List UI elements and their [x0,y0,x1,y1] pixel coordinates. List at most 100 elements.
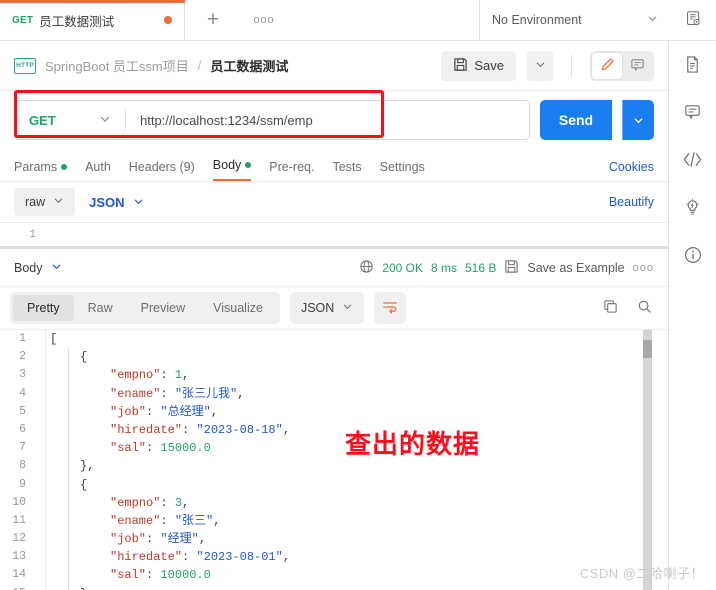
json-token: , [282,550,291,565]
chevron-down-icon [53,195,64,209]
request-tab-settings[interactable]: Settings [380,160,425,181]
request-tab-active[interactable]: GET 员工数据测试 [0,0,185,40]
lightbulb-icon[interactable] [683,198,702,217]
edit-mode-button[interactable] [592,52,622,79]
json-line-content: "job": "总经理", [36,403,218,421]
response-size: 516 B [465,260,497,275]
toolbar-divider [571,54,572,77]
request-tab-body[interactable]: Body [212,158,252,181]
code-icon[interactable] [682,149,703,170]
json-line-number: 6 [19,422,26,436]
json-line-content: "ename": "张三", [36,512,220,530]
search-button[interactable] [630,294,658,322]
body-format-label: JSON [89,194,125,210]
url-input[interactable] [126,101,529,139]
send-options-button[interactable] [622,100,654,140]
response-time: 8 ms [430,260,457,275]
breadcrumb-parent[interactable]: SpringBoot 员工ssm项目 [45,56,189,75]
request-tab-auth[interactable]: Auth [85,160,111,181]
json-token: , [237,386,245,401]
response-header: Body 200 OK 8 ms 516 B Save as Example o… [0,249,668,287]
body-format-select[interactable]: JSON [89,195,143,210]
json-token: 1 [174,368,183,383]
request-tab-tests[interactable]: Tests [332,160,361,181]
comment-icon[interactable] [683,102,702,121]
body-toolbar: raw JSON Beautify [0,182,668,222]
info-circle-icon[interactable] [683,245,703,265]
json-line-content: "empno": 1, [36,366,189,384]
json-line-number: 2 [19,350,26,364]
breadcrumb-current[interactable]: 员工数据测试 [210,56,288,75]
json-line: 2{ [0,348,668,366]
json-line: 11 "ename": "张三", [0,512,668,530]
json-line: 10 "empno": 3, [0,494,668,512]
params-indicator-dot-icon [61,164,68,170]
json-token: , [182,368,190,383]
json-line: 13 "hiredate": "2023-08-01", [0,548,668,566]
chevron-down-icon[interactable] [51,261,62,275]
json-token: : [182,550,197,565]
body-mode-select[interactable]: raw [14,188,76,216]
tab-strip: GET 员工数据测试 + ooo No Environment [0,0,716,41]
json-line-number: 9 [19,477,26,491]
response-tab-raw[interactable]: Raw [74,295,127,321]
save-as-example-button[interactable]: Save as Example [527,261,624,275]
json-line-content: }, [36,585,94,590]
response-body-label: Body [14,260,43,275]
response-format-select[interactable]: JSON [289,292,365,324]
comment-mode-button[interactable] [622,53,652,79]
response-toolbar: Pretty Raw Preview Visualize JSON [0,287,668,329]
request-tab-params[interactable]: Params [14,160,68,181]
response-tab-visualize[interactable]: Visualize [199,295,277,321]
tab-more-button[interactable]: ooo [241,0,287,40]
json-token: : [146,441,161,456]
request-body-editor[interactable]: 1 [0,222,668,246]
chevron-down-icon [535,59,546,73]
json-token: "sal" [110,441,147,456]
cookies-link[interactable]: Cookies [609,160,654,181]
json-line: 8}, [0,457,668,475]
body-mode-label: raw [25,195,46,209]
tab-title-label: 员工数据测试 [39,14,115,29]
request-tab-headers[interactable]: Headers (9) [129,160,195,181]
json-token: "job" [110,404,147,419]
save-options-button[interactable] [527,50,553,81]
http-method-select[interactable]: GET [15,101,125,139]
environment-selector[interactable]: No Environment [480,0,670,40]
response-json-viewer[interactable]: 1[2{3 "empno": 1, 4 "ename": "张三儿我", 5 "job":… [0,329,668,590]
environment-quick-look-button[interactable] [670,0,716,40]
chevron-down-icon [133,195,144,210]
tab-method-label: GET [12,14,34,26]
floppy-disk-icon [453,57,468,75]
word-wrap-button[interactable] [374,292,407,324]
response-scrollbar[interactable] [643,330,652,590]
response-more-button[interactable]: ooo [633,262,654,274]
json-token: "总经理" [160,404,211,419]
json-line-number: 3 [19,368,26,382]
environment-quick-look-icon [685,10,702,30]
json-token: "2023-08-18" [196,422,283,437]
save-button[interactable]: Save [441,50,516,81]
json-token: , [213,513,221,528]
request-tab-prereq[interactable]: Pre-req. [269,160,314,181]
response-tab-preview[interactable]: Preview [127,295,199,321]
response-scrollbar-thumb[interactable] [643,340,652,358]
json-line: 1[ [0,330,668,348]
send-button[interactable]: Send [540,100,612,140]
json-token: }, [80,587,94,590]
pencil-icon [600,57,615,75]
floppy-disk-icon [504,259,519,277]
beautify-link[interactable]: Beautify [609,195,654,209]
response-tab-pretty[interactable]: Pretty [13,295,74,321]
search-icon [637,299,652,317]
body-indicator-dot-icon [245,162,252,168]
copy-button[interactable] [596,294,624,322]
json-token: : [160,386,175,401]
request-tab-params-label: Params [14,160,58,174]
new-tab-button[interactable]: + [185,0,241,40]
json-line-content: "sal": 10000.0 [36,566,211,584]
document-icon[interactable] [683,55,702,74]
json-line: 15}, [0,585,668,590]
json-token: "job" [110,532,147,547]
copy-icon [603,299,618,317]
